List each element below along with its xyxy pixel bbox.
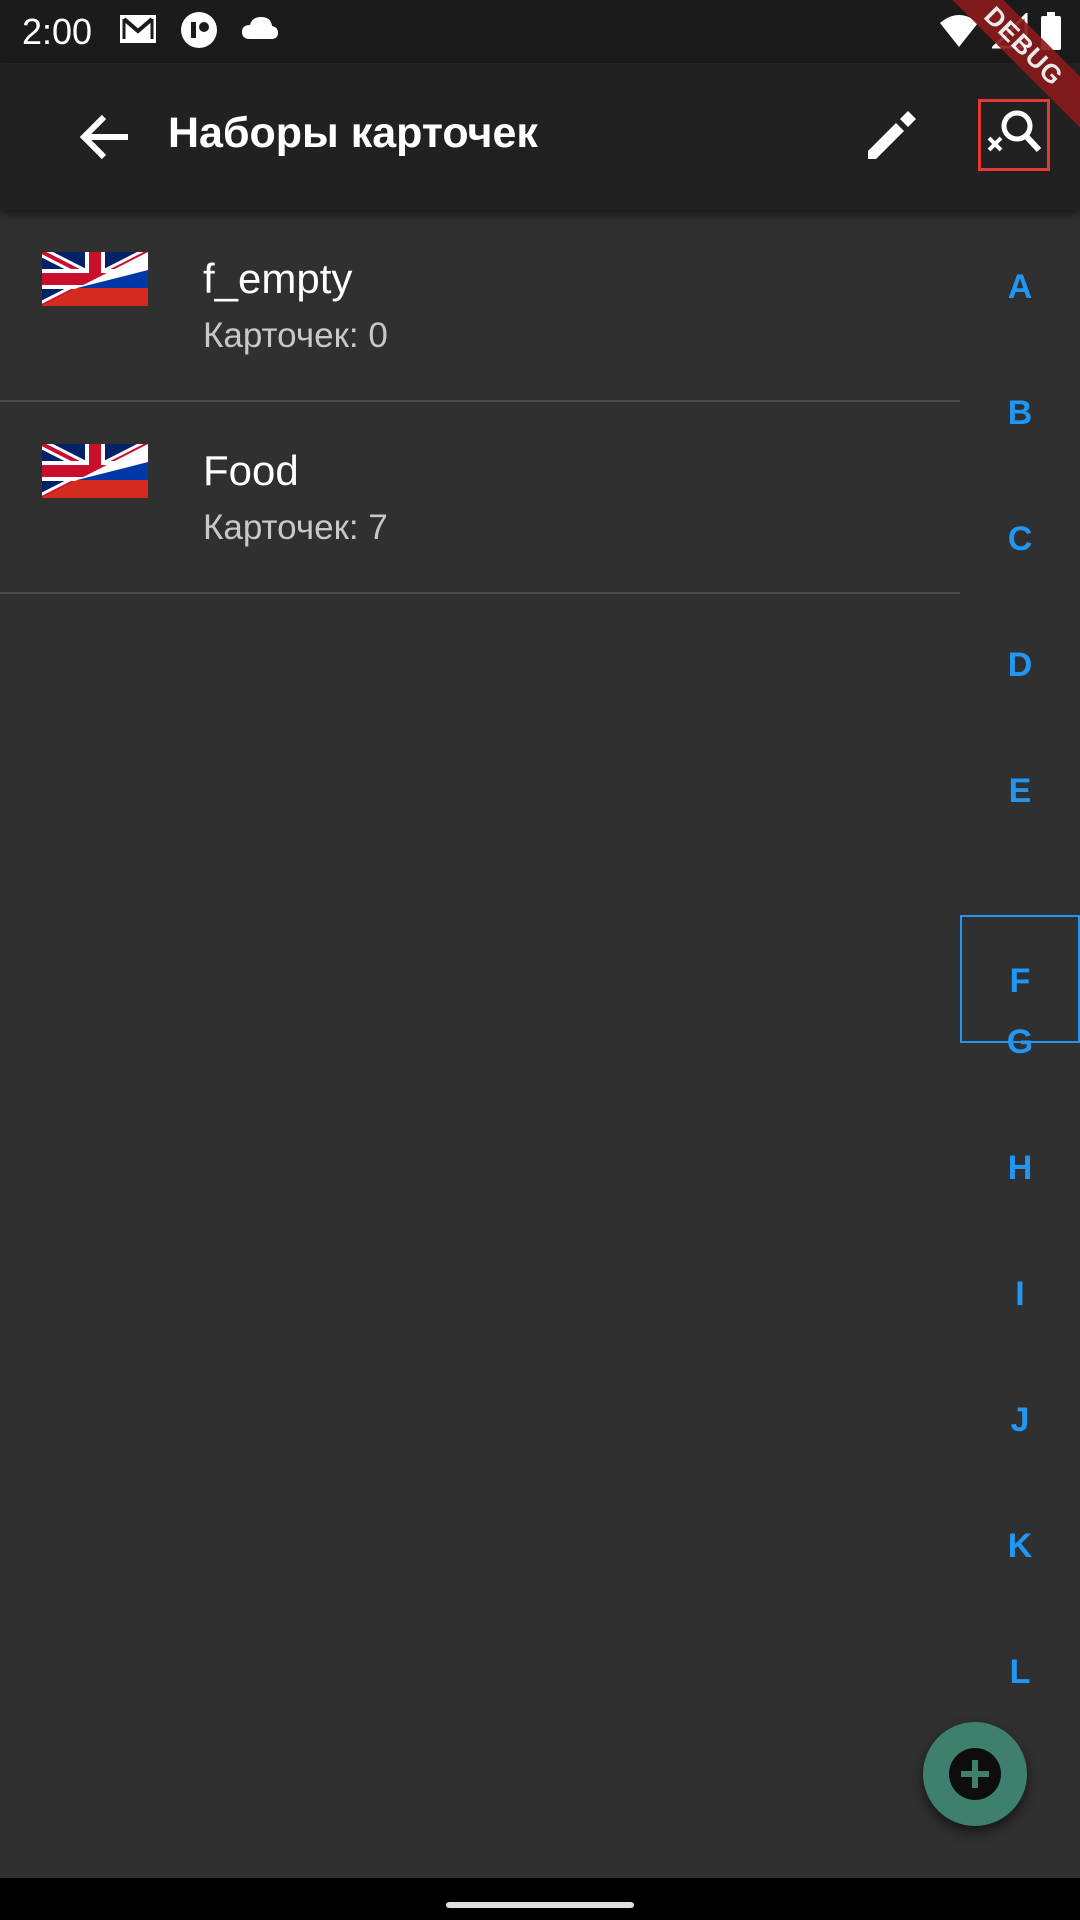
back-button[interactable]: [72, 105, 136, 169]
alpha-letter-a[interactable]: A: [960, 223, 1080, 351]
arrow-left-icon: [79, 114, 128, 160]
home-gesture-handle[interactable]: [446, 1902, 634, 1908]
status-bar: 2:00: [0, 0, 1080, 63]
alpha-letter-d[interactable]: D: [960, 601, 1080, 729]
alpha-letter-l[interactable]: L: [960, 1608, 1080, 1736]
card-count: Карточек: 7: [203, 508, 388, 547]
card-set-title: f_empty: [203, 255, 353, 302]
notification-icons: [118, 11, 280, 49]
alpha-letter-i[interactable]: I: [960, 1230, 1080, 1358]
card-count: Карточек: 0: [203, 316, 388, 355]
search-off-icon: [987, 110, 1042, 153]
alpha-letter-g[interactable]: G: [960, 978, 1080, 1106]
alpha-letter-h[interactable]: H: [960, 1104, 1080, 1232]
list-item[interactable]: f_empty Карточек: 0: [0, 210, 960, 402]
gmail-icon: [120, 15, 156, 43]
navigation-bar: [0, 1878, 1080, 1920]
search-off-button[interactable]: [978, 99, 1050, 171]
alpha-letter-k[interactable]: K: [960, 1482, 1080, 1610]
alpha-letter-c[interactable]: C: [960, 475, 1080, 603]
cloud-icon: [242, 17, 278, 39]
uk-ru-flag-icon: [42, 444, 148, 498]
plus-circle-icon: [949, 1748, 1001, 1800]
add-card-set-button[interactable]: [923, 1722, 1027, 1826]
card-set-list: f_empty Карточек: 0 Food Карточек: 7: [0, 210, 960, 594]
alpha-letter-e[interactable]: E: [960, 727, 1080, 855]
app-bar: Наборы карточек: [0, 63, 1080, 210]
card-set-title: Food: [203, 447, 299, 494]
status-time: 2:00: [22, 11, 93, 52]
alpha-letter-j[interactable]: J: [960, 1356, 1080, 1484]
pencil-icon: [868, 111, 916, 159]
page-title: Наборы карточек: [168, 109, 538, 157]
list-item[interactable]: Food Карточек: 7: [0, 402, 960, 594]
edit-button[interactable]: [860, 107, 920, 167]
uk-ru-flag-icon: [42, 252, 148, 306]
alpha-letter-b[interactable]: B: [960, 349, 1080, 477]
app-icon: [181, 12, 217, 48]
